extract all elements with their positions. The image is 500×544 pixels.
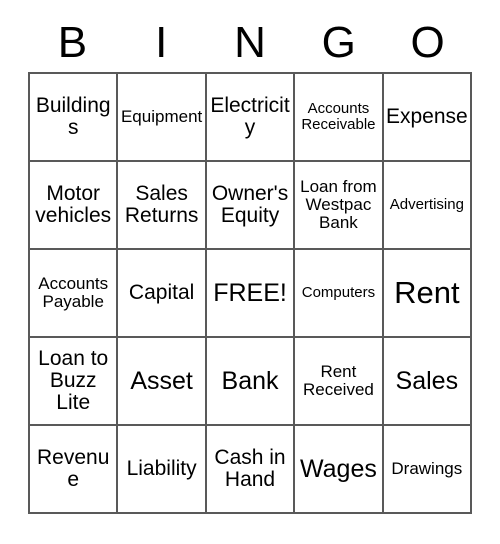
bingo-cell-label: Sales Returns	[124, 181, 199, 227]
bingo-cell-label: Buildings	[35, 93, 111, 139]
bingo-row: Buildings Equipment Electricity Accounts…	[30, 74, 473, 162]
bingo-cell-label: Advertising	[389, 196, 464, 214]
bingo-cell[interactable]: Sales	[383, 338, 473, 426]
bingo-cell[interactable]: Drawings	[383, 426, 473, 514]
bingo-cell-label: Loan from Westpac Bank	[300, 177, 377, 232]
bingo-cell[interactable]: Liability	[118, 426, 207, 514]
bingo-header-letter-i: I	[155, 18, 168, 67]
bingo-cell[interactable]: Buildings	[30, 74, 119, 162]
bingo-cell-free[interactable]: FREE!	[206, 250, 296, 338]
bingo-cell[interactable]: Accounts Receivable	[295, 74, 384, 162]
bingo-cell-label: Sales	[395, 366, 459, 395]
bingo-cell-label: Asset	[130, 366, 193, 395]
bingo-row: Revenue Liability Cash in Hand Wages Dra…	[30, 426, 473, 514]
bingo-cell-label: Loan to Buzz Lite	[38, 346, 109, 415]
bingo-cell[interactable]: Revenue	[30, 426, 119, 514]
bingo-cell[interactable]: Advertising	[383, 162, 473, 250]
bingo-cell[interactable]: Loan from Westpac Bank	[295, 162, 384, 250]
bingo-cell-label: Expense	[385, 104, 468, 128]
bingo-cell-label: FREE!	[213, 278, 287, 307]
bingo-cell-label: Computers	[301, 284, 376, 302]
bingo-cell[interactable]: Rent	[383, 250, 473, 338]
bingo-cell-label: Accounts Receivable	[301, 100, 376, 133]
bingo-header-letter-g: G	[321, 18, 356, 67]
bingo-cell[interactable]: Equipment	[118, 74, 207, 162]
bingo-cell[interactable]: Accounts Payable	[30, 250, 119, 338]
bingo-header-letter-b: B	[57, 18, 88, 67]
bingo-cell-label: Motor vehicles	[35, 181, 112, 227]
bingo-cell[interactable]: Bank	[206, 338, 296, 426]
bingo-cell-label: Revenue	[37, 445, 110, 491]
bingo-header-letter-o: O	[410, 18, 445, 67]
bingo-cell-label: Cash in Hand	[214, 445, 286, 491]
bingo-cell[interactable]: Motor vehicles	[30, 162, 119, 250]
bingo-header: B I N G O	[28, 14, 472, 72]
bingo-cell-label: Electricity	[210, 93, 290, 139]
bingo-cell-label: Liability	[126, 456, 197, 480]
bingo-cell[interactable]: Wages	[295, 426, 384, 514]
bingo-cell-label: Equipment	[120, 107, 203, 127]
bingo-cell-label: Owner's Equity	[211, 181, 289, 227]
bingo-row: Accounts Payable Capital FREE! Computers…	[30, 250, 473, 338]
bingo-cell[interactable]: Loan to Buzz Lite	[30, 338, 119, 426]
bingo-cell[interactable]: Rent Received	[295, 338, 384, 426]
bingo-cell-label: Rent Received	[302, 362, 374, 399]
bingo-card: B I N G O Buildings Equipment Electricit…	[28, 14, 473, 514]
bingo-cell[interactable]: Cash in Hand	[206, 426, 296, 514]
bingo-header-letter-n: N	[234, 18, 266, 67]
bingo-row: Motor vehicles Sales Returns Owner's Equ…	[30, 162, 473, 250]
bingo-cell-label: Drawings	[391, 459, 463, 479]
bingo-cell-label: Bank	[221, 366, 279, 395]
bingo-cell[interactable]: Asset	[118, 338, 207, 426]
bingo-cell-label: Capital	[128, 280, 195, 304]
bingo-cell[interactable]: Sales Returns	[118, 162, 207, 250]
bingo-cell[interactable]: Capital	[118, 250, 207, 338]
bingo-grid: Buildings Equipment Electricity Accounts…	[28, 72, 473, 514]
bingo-row: Loan to Buzz Lite Asset Bank Rent Receiv…	[30, 338, 473, 426]
bingo-cell-label: Rent	[394, 274, 460, 310]
bingo-cell-label: Accounts Payable	[38, 274, 109, 311]
bingo-cell[interactable]: Owner's Equity	[206, 162, 296, 250]
bingo-cell[interactable]: Electricity	[206, 74, 296, 162]
bingo-cell[interactable]: Expense	[383, 74, 473, 162]
bingo-cell[interactable]: Computers	[295, 250, 384, 338]
bingo-cell-label: Wages	[299, 454, 377, 483]
